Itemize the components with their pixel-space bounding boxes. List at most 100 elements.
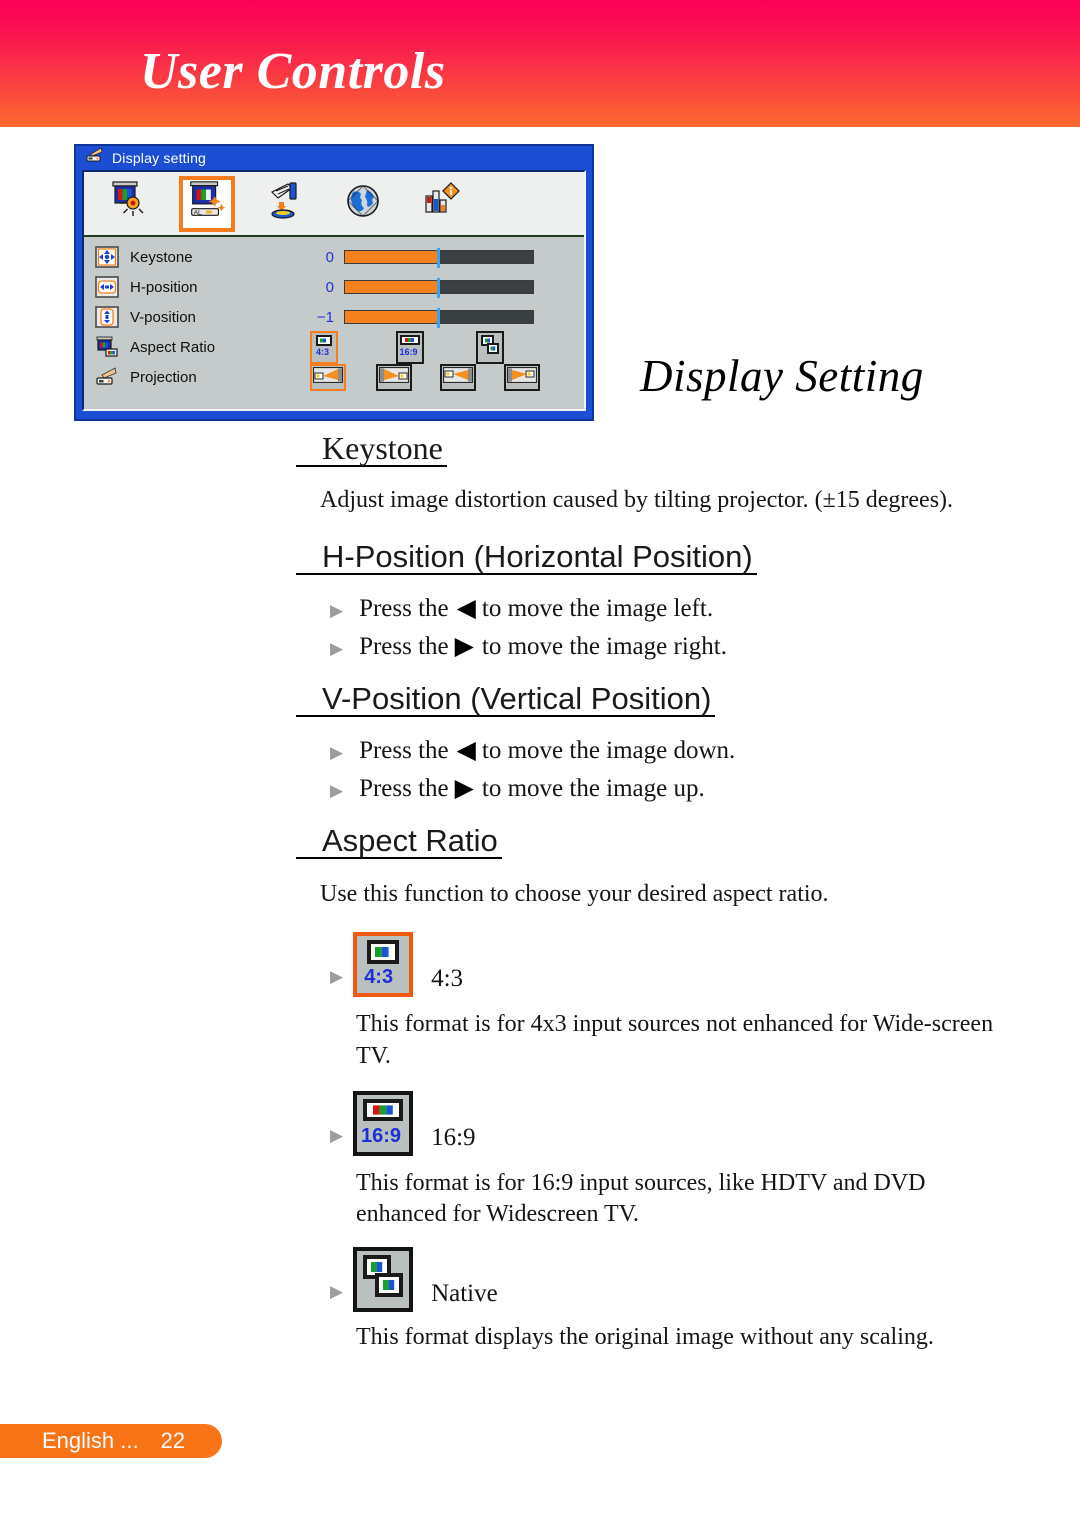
projection-rear-ceiling-option[interactable] [504,363,540,391]
triangle-bullet-icon: ▶ [330,600,344,620]
h-position-icon [94,275,120,299]
projector-icon [85,146,105,170]
osd-titlebar: Display setting [82,146,586,170]
osd-menu-screenshot: Display setting AL Keystone 0 H-position… [74,144,594,421]
right-arrow-icon: ▶ [454,632,474,660]
page-header-banner: User Controls [0,0,1080,127]
image-settings-tab[interactable] [90,174,168,234]
osd-row-keystone[interactable]: Keystone 0 [84,242,584,272]
aspect-ratio-options: 4:3 16:9 [310,330,534,364]
osd-row-value: −1 [316,308,334,326]
h-position-section: H-Position (Horizontal Position) [0,541,1080,575]
display-setting-tab[interactable]: AL [179,175,235,232]
slider-fill [345,251,438,263]
aspect-native-icon [353,1247,414,1313]
svg-text:16:9: 16:9 [400,347,418,356]
aspect-4-3-description: This format is for 4x3 input sources not… [356,1011,994,1070]
aspect-native-option[interactable] [476,330,504,364]
osd-row-projection[interactable]: Projection [84,362,584,392]
triangle-bullet-icon: ▶ [330,1282,344,1302]
image-brightness-icon [106,178,152,229]
osd-body: AL Keystone 0 H-position 0 V-position −1… [82,170,586,411]
aspect-option-4-3: ▶ 4:3 4:3 [330,932,1080,998]
bullet-text-pre: Press the [359,632,449,660]
slider-fill [345,311,438,323]
page-title: User Controls [140,43,446,100]
v-position-slider[interactable] [344,308,534,328]
svg-text:4:3: 4:3 [364,966,393,986]
osd-row-label: Aspect Ratio [130,338,216,356]
osd-window-title: Display setting [112,150,207,166]
v-position-section: V-Position (Vertical Position) [0,683,1080,717]
aspect-16-9-label: 16:9 [431,1123,476,1151]
globe-icon [340,178,386,229]
aspect-4-3-option[interactable]: 4:3 [310,330,338,364]
osd-row-aspect-ratio[interactable]: Aspect Ratio 4:3 16:9 [84,330,584,364]
triangle-bullet-icon: ▶ [330,742,344,762]
projection-front-desktop-option[interactable] [310,363,346,391]
svg-text:16:9: 16:9 [361,1125,401,1145]
keystone-icon [94,245,120,269]
aspect-option-16-9: ▶ 16:9 16:9 [330,1090,1080,1156]
osd-row-label: Projection [130,368,197,386]
triangle-bullet-icon: ▶ [330,1125,344,1145]
svg-text:4:3: 4:3 [316,347,329,356]
setup-tab[interactable] [246,174,324,234]
aspect-option-native: ▶ Native [330,1247,1080,1313]
display-setting-icon: AL [185,179,229,228]
osd-row-label: Keystone [130,248,193,266]
aspect-4-3-label: 4:3 [431,965,464,993]
bar-chart-options-icon [418,178,464,229]
aspect-ratio-icon [94,335,120,359]
bullet-text-pre: Press the [359,594,449,622]
keystone-heading: Keystone [296,432,447,467]
slider-marker [437,308,441,328]
aspect-16-9-icon: 16:9 [353,1090,414,1156]
slider-marker [437,278,441,298]
projection-front-ceiling-option[interactable] [440,363,476,391]
keystone-slider[interactable] [344,248,534,268]
osd-row-label: H-position [130,278,198,296]
osd-row-h-position[interactable]: H-position 0 [84,272,584,302]
osd-row-value: 0 [325,248,334,266]
footer-language-label: English ... [42,1428,139,1453]
osd-tab-bar: AL [84,172,584,237]
projection-rear-desktop-option[interactable] [376,363,412,391]
aspect-16-9-description: This format is for 16:9 input sources, l… [356,1169,926,1228]
v-position-bullet-down: ▶ Press the ◀ to move the image down. [330,737,1080,765]
options-tab[interactable] [402,174,480,234]
slider-fill [345,281,438,293]
left-arrow-icon: ◀ [456,594,476,622]
aspect-ratio-heading: Aspect Ratio [296,825,502,859]
h-position-heading: H-Position (Horizontal Position) [296,541,757,575]
keystone-section: Keystone [0,432,1080,467]
triangle-bullet-icon: ▶ [330,780,344,800]
aspect-16-9-option[interactable]: 16:9 [396,330,424,364]
page-footer: English ... 22 [0,1424,222,1458]
left-arrow-icon: ◀ [456,736,476,764]
bullet-text-post: to move the image up. [481,774,705,802]
h-position-bullet-left: ▶ Press the ◀ to move the image left. [330,595,1080,623]
aspect-native-label: Native [431,1280,498,1308]
aspect-ratio-body: Use this function to choose your desired… [320,880,829,907]
osd-row-label: V-position [130,308,196,326]
right-arrow-icon: ▶ [454,774,474,802]
section-title: Display Setting [640,351,924,401]
keystone-body: Adjust image distortion caused by tiltin… [320,487,954,513]
language-tab[interactable] [324,174,402,234]
bullet-text-post: to move the image left. [481,594,714,622]
hand-setup-icon [262,178,308,229]
triangle-bullet-icon: ▶ [330,967,344,987]
v-position-icon [94,305,120,329]
svg-text:AL: AL [194,209,202,216]
bullet-text-pre: Press the [359,774,449,802]
osd-menu-rows: Keystone 0 H-position 0 V-position −1 As… [84,237,584,392]
aspect-ratio-section: Aspect Ratio [0,825,1080,859]
projection-icon [94,365,120,389]
page-content: Keystone Adjust image distortion caused … [0,432,1080,1354]
osd-row-value: 0 [325,278,334,296]
aspect-4-3-icon: 4:3 [353,932,414,998]
osd-row-v-position[interactable]: V-position −1 [84,302,584,332]
h-position-slider[interactable] [344,278,534,298]
bullet-text-pre: Press the [359,736,449,764]
